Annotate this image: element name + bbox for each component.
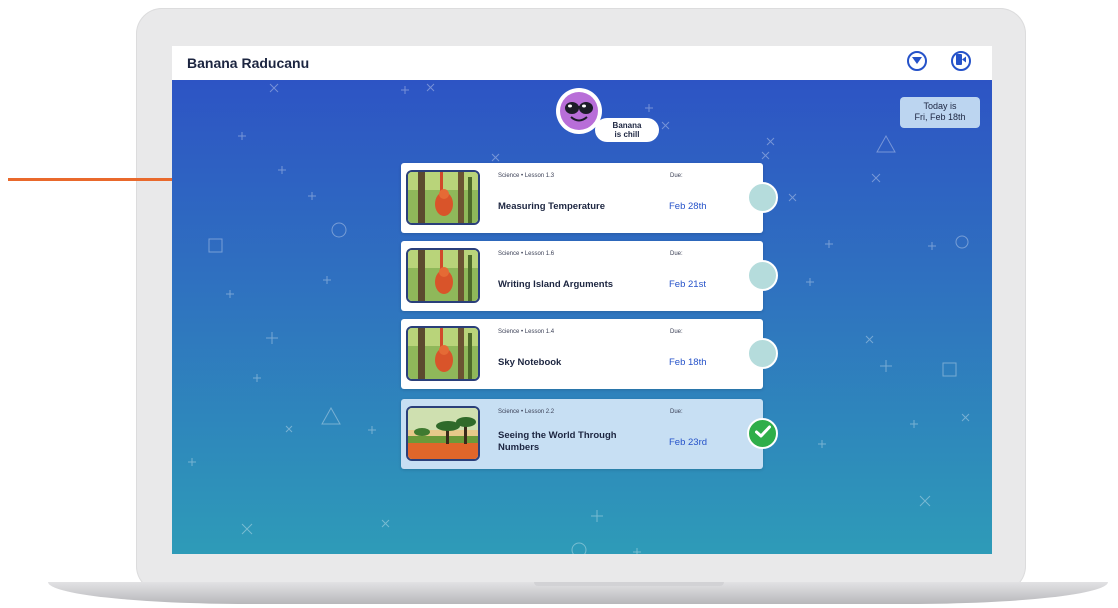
dropdown-button[interactable] <box>907 51 927 71</box>
exit-door-icon <box>956 52 966 70</box>
due-date: Feb 23rd <box>669 437 708 448</box>
due-label: Due: <box>670 173 683 179</box>
top-bar: Banana Raducanu <box>172 46 992 80</box>
lesson-card[interactable]: Science • Lesson 1.4 Due: Sky Notebook F… <box>401 319 778 389</box>
lesson-title[interactable]: Seeing the World Through Numbers <box>498 430 648 454</box>
app-screen: Banana Raducanu Banana is chill Today is… <box>172 46 992 554</box>
lesson-meta: Science • Lesson 1.6 <box>498 251 555 257</box>
due-label: Due: <box>670 329 683 335</box>
due-date: Feb 18th <box>669 357 707 368</box>
due-date: Feb 21st <box>669 279 706 290</box>
due-label: Due: <box>670 409 683 415</box>
today-date-box: Today is Fri, Feb 18th <box>900 97 980 128</box>
logout-button[interactable] <box>951 51 971 71</box>
status-circle-incomplete[interactable] <box>747 338 778 369</box>
today-label: Today is <box>923 101 957 111</box>
status-circle-incomplete[interactable] <box>747 260 778 291</box>
mood-bubble: Banana is chill <box>595 118 659 142</box>
checkmark-icon <box>754 425 771 443</box>
sunglasses-face-icon <box>560 92 598 130</box>
lesson-title[interactable]: Writing Island Arguments <box>498 279 648 290</box>
lesson-meta: Science • Lesson 2.2 <box>498 409 555 415</box>
chevron-down-icon <box>912 52 922 70</box>
background-pattern <box>188 83 970 554</box>
user-name: Banana Raducanu <box>187 55 310 71</box>
status-circle-complete[interactable] <box>747 418 778 449</box>
lesson-card[interactable]: Science • Lesson 2.2 Due: Seeing the Wor… <box>401 399 778 469</box>
mood-text-line2: is chill <box>614 130 640 139</box>
lesson-card[interactable]: Science • Lesson 1.6 Due: Writing Island… <box>401 241 778 311</box>
savanna-thumbnail <box>406 406 480 461</box>
status-circle-incomplete[interactable] <box>747 182 778 213</box>
lesson-meta: Science • Lesson 1.4 <box>498 329 555 335</box>
lesson-title[interactable]: Sky Notebook <box>498 357 648 368</box>
laptop-notch <box>534 582 724 586</box>
orangutan-thumbnail <box>406 326 480 381</box>
lesson-card[interactable]: Science • Lesson 1.3 Due: Measuring Temp… <box>401 163 778 233</box>
orangutan-thumbnail <box>406 248 480 303</box>
today-date: Fri, Feb 18th <box>914 112 966 122</box>
orangutan-thumbnail <box>406 170 480 225</box>
laptop-base <box>48 582 1108 604</box>
lesson-board: Banana is chill Today is Fri, Feb 18th S… <box>172 80 992 554</box>
due-label: Due: <box>670 251 683 257</box>
due-date: Feb 28th <box>669 201 707 212</box>
mood-text-line1: Banana <box>612 121 642 130</box>
lesson-meta: Science • Lesson 1.3 <box>498 173 555 179</box>
lesson-title[interactable]: Measuring Temperature <box>498 201 648 212</box>
